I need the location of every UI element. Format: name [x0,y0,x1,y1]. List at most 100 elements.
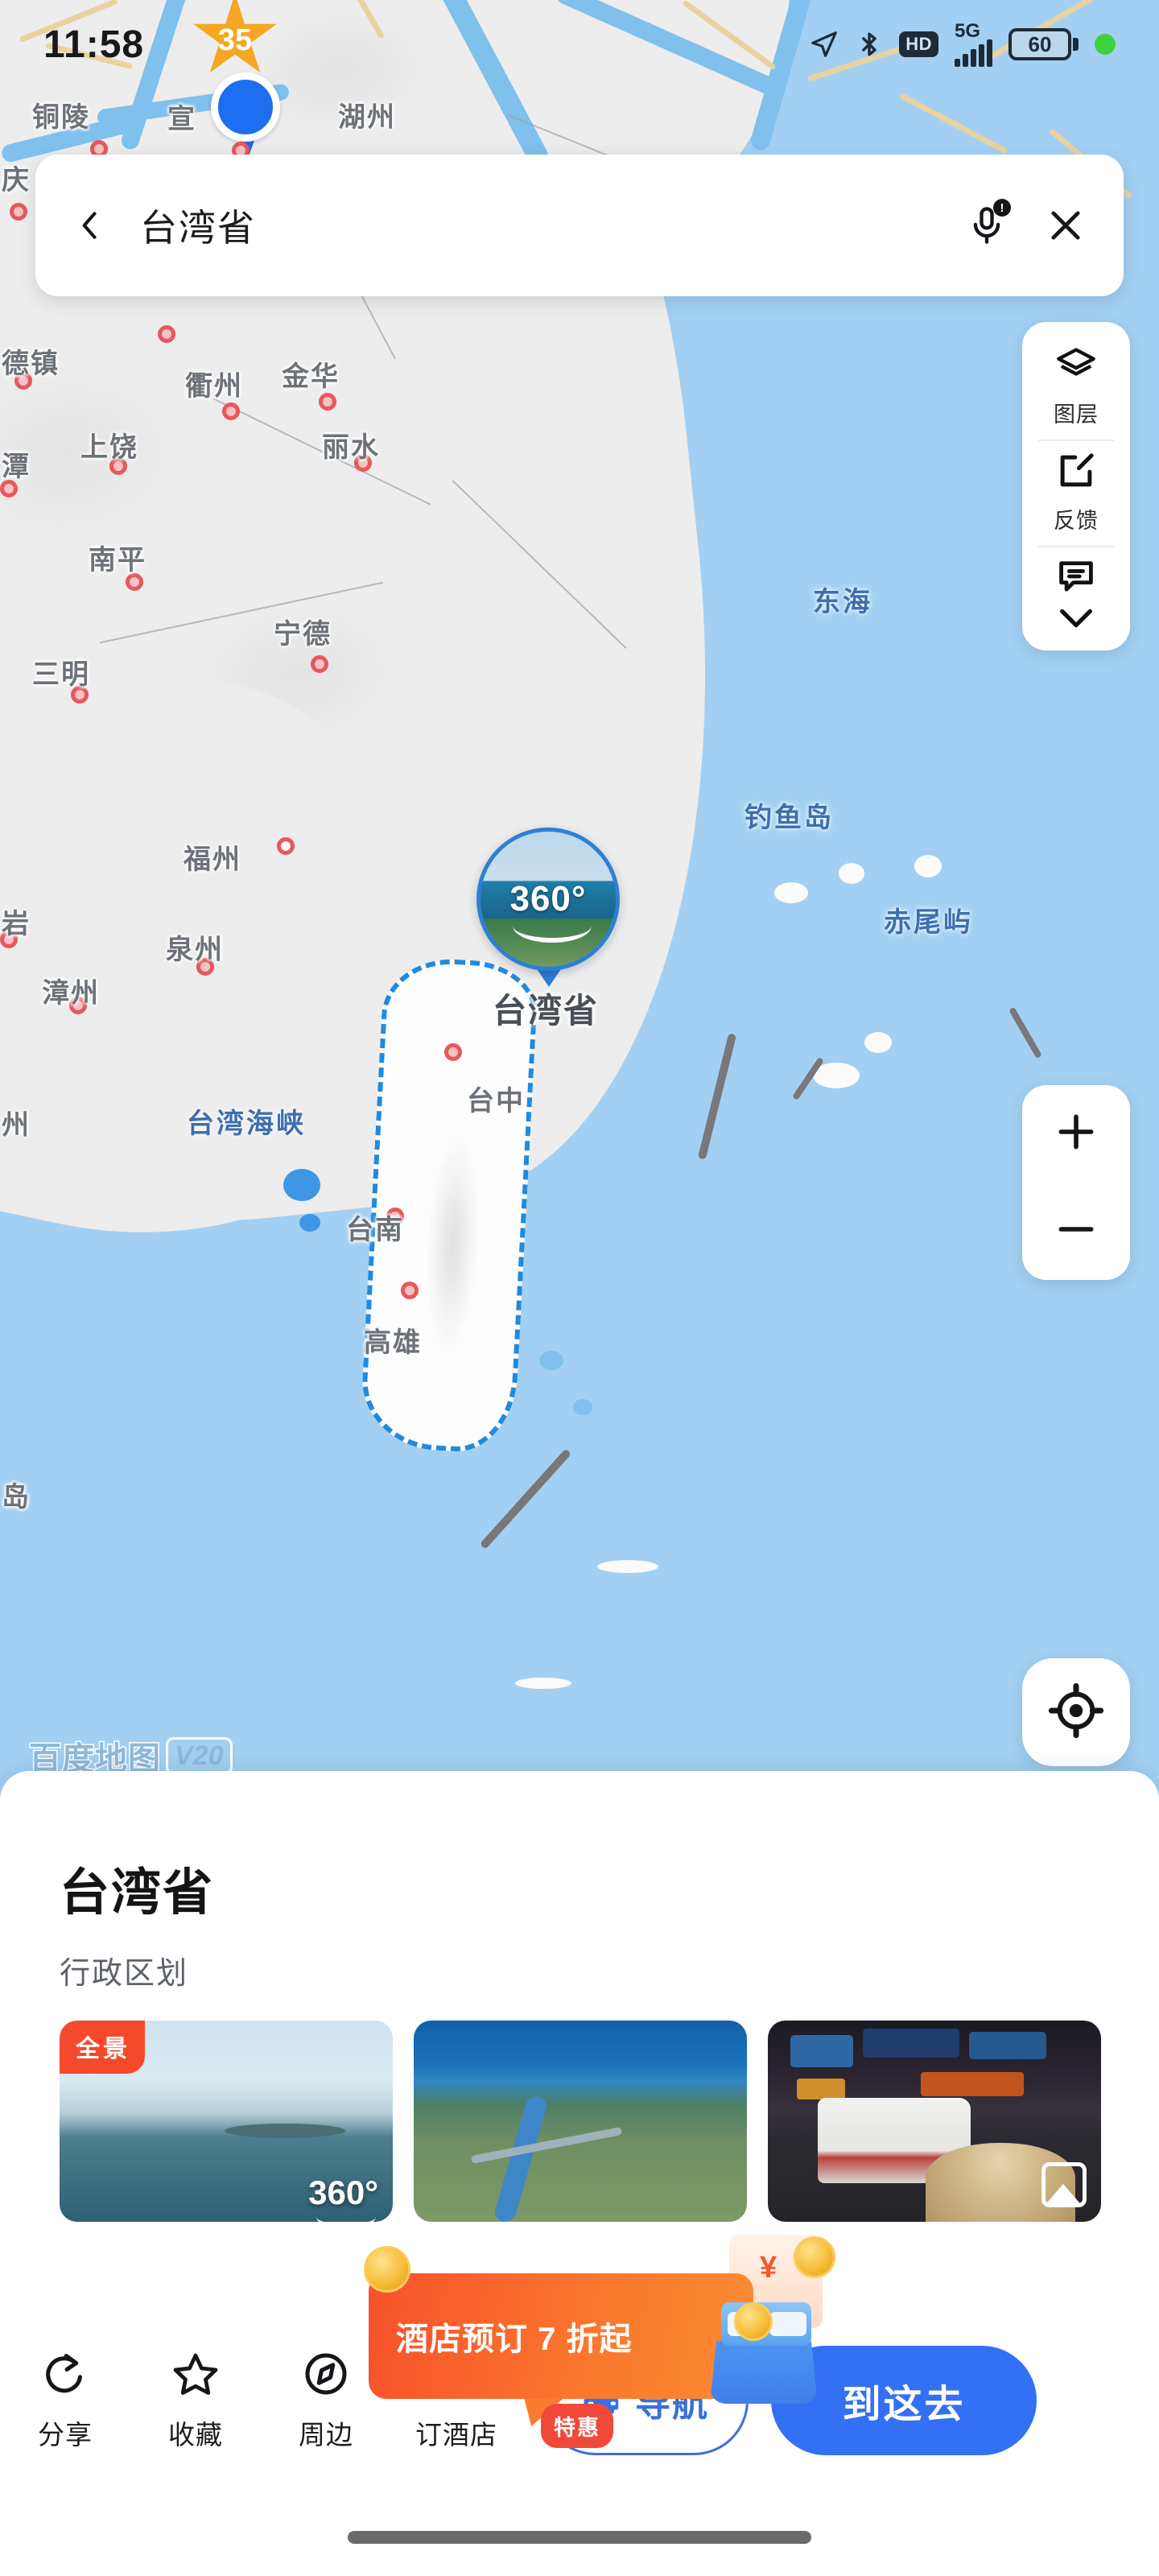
gallery-mountain-shape [1046,2184,1083,2203]
city-dot [444,1043,462,1061]
tool-collapse[interactable] [1022,605,1130,646]
city-label: 南平 [89,545,146,576]
boundary-dash [479,1448,572,1550]
home-indicator[interactable] [348,2531,811,2544]
watermark-version: V20 [166,1736,233,1775]
city-label: 台南 [346,1215,404,1245]
city-label: 德镇 [2,349,60,379]
photo-gallery[interactable]: 全景 360° [60,2021,1101,2222]
share-icon [41,2350,89,2402]
city-label: 三明 [32,659,90,690]
back-chevron-icon[interactable] [72,203,108,248]
photo-sign [921,2072,1024,2096]
tool-layers[interactable]: 图层 [1022,336,1130,440]
photo-island-shape [225,2124,345,2138]
province-label: 台湾省 [493,992,600,1030]
city-label: 衢州 [185,371,243,402]
compass-icon [302,2350,350,2402]
city-label: 庆 [2,165,31,196]
hotel-promo-tooltip[interactable]: 酒店预订 7 折起 [369,2273,753,2399]
night-street-photo[interactable] [768,2021,1101,2222]
microphone-badge: ! [993,199,1011,217]
tool-feedback-label: 反馈 [1054,509,1099,533]
highway-number: 35 [217,23,253,57]
photo-sign [969,2032,1046,2059]
panorama-badge: 全景 [60,2021,145,2074]
city-dot [319,393,336,411]
zoom-out-button[interactable] [1022,1183,1130,1280]
road [899,93,1008,155]
photo-sign [797,2079,845,2099]
coin-decoration [364,2246,410,2293]
boundary-dash [1008,1006,1042,1059]
city-dot [401,1282,419,1299]
microphone-icon[interactable]: ! [966,199,1011,250]
islet [839,863,864,884]
close-icon[interactable] [1045,204,1087,246]
status-badge: 特惠 [541,2404,613,2448]
locate-button[interactable] [1022,1658,1130,1766]
road [988,0,1096,60]
photo-sign [863,2029,959,2058]
city-label: 台中 [467,1086,525,1117]
tool-feedback[interactable]: 反馈 [1022,441,1130,546]
city-label: 高雄 [364,1327,422,1358]
marker-head [211,72,280,142]
search-input[interactable]: 台湾省 [140,199,966,252]
share-action[interactable]: 分享 [0,2350,130,2452]
minus-icon [1054,1220,1099,1243]
tool-message[interactable] [1022,547,1130,605]
panorama-overlay-label: 360° [308,2174,378,2212]
islet [299,1214,320,1232]
book-hotel-label: 订酒店 [415,2419,497,2450]
city-label: 上饶 [80,432,138,463]
sea-label: 赤尾屿 [884,907,973,938]
nearby-label: 周边 [299,2419,353,2450]
phone-screen: 35 360° 台湾省 铜陵 宣 湖州 庆 德镇 衢州 金华 上饶 潭 丽水 南… [0,0,1159,2576]
yen-symbol: ¥ [760,2251,777,2285]
sea-label: 东海 [813,587,872,617]
city-label: 湖州 [338,102,396,133]
favorite-action[interactable]: 收藏 [130,2350,261,2452]
islet [573,1399,592,1415]
share-label: 分享 [38,2419,93,2450]
zoom-in-button[interactable] [1022,1085,1130,1183]
city-label: 宁德 [274,619,332,650]
zoom-controls[interactable] [1022,1085,1130,1280]
aerial-city-photo[interactable] [414,2021,747,2222]
panorama-degrees: 360° [509,879,587,919]
bed-base [710,2341,818,2404]
go-here-label: 到这去 [842,2384,966,2426]
layers-icon [1054,345,1099,390]
city-label: 宣 [167,104,196,134]
promo-text: 酒店预订 7 折起 [396,2322,633,2357]
map-tool-panel[interactable]: 图层 反馈 [1022,322,1130,650]
message-icon [1054,555,1098,601]
city-dot [311,655,328,673]
city-label: 岛 [2,1482,31,1513]
star-icon [171,2350,221,2402]
search-bar[interactable]: 台湾省 ! [35,155,1124,296]
road [806,36,932,82]
coin-decoration [734,2302,773,2341]
islet [539,1351,563,1370]
city-label: 铜陵 [32,102,90,133]
feedback-edit-icon [1054,449,1098,497]
bed-pillow [769,2312,806,2336]
panorama-pin[interactable]: 360° [476,828,620,971]
page-title: 台湾省 [60,1865,215,1921]
panorama-photo[interactable]: 全景 360° [60,2021,393,2222]
coin-decoration [794,2236,835,2278]
chevron-down-icon [1055,605,1097,636]
city-dot [222,402,240,420]
islet [597,1560,658,1573]
plus-icon [1054,1109,1099,1158]
city-label: 泉州 [166,935,224,965]
photo-river-shape [493,2095,549,2222]
islet [515,1678,571,1689]
gallery-icon[interactable] [1041,2162,1087,2207]
city-label: 福州 [184,844,241,875]
islet [774,882,808,903]
city-dot [10,203,27,221]
islet [914,855,942,877]
